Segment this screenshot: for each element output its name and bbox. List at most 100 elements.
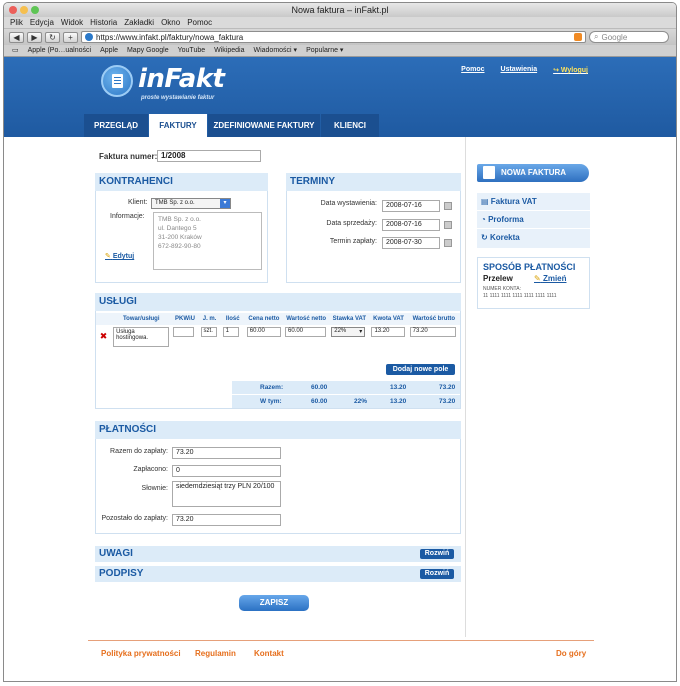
forward-button[interactable]: ▶ bbox=[27, 31, 42, 43]
sidebar-item-correction[interactable]: ↻ Korekta bbox=[477, 229, 590, 247]
col-net-price: Cena netto bbox=[248, 316, 280, 322]
account-number: 11 1111 1111 1111 1111 1111 1111 bbox=[483, 293, 557, 299]
notes-heading: UWAGI bbox=[95, 546, 461, 562]
notes-expand-button[interactable]: Rozwiń bbox=[420, 549, 454, 559]
proforma-icon: ◔ bbox=[481, 215, 486, 224]
net-price-input[interactable]: 60.00 bbox=[246, 327, 281, 337]
document-icon bbox=[483, 166, 495, 179]
address-bar[interactable]: https://www.infakt.pl/faktury/nowa_faktu… bbox=[81, 31, 586, 43]
footer-rule bbox=[88, 640, 594, 641]
invoice-number-input[interactable]: 1/2008 bbox=[157, 150, 261, 162]
words-label: Słownie: bbox=[141, 485, 168, 492]
tab-invoices[interactable]: FAKTURY bbox=[149, 114, 207, 137]
add-bookmark-button[interactable]: + bbox=[63, 31, 78, 43]
sale-date-input[interactable]: 2008-07-16 bbox=[382, 219, 440, 231]
logout-arrow-icon: ↪ bbox=[553, 67, 561, 74]
remaining-input[interactable]: 73.20 bbox=[172, 514, 281, 526]
zoom-window-icon[interactable] bbox=[31, 6, 39, 14]
save-button[interactable]: ZAPISZ bbox=[239, 595, 309, 611]
menu-bookmarks[interactable]: Zakładki bbox=[124, 17, 154, 28]
bookmark-apple[interactable]: Apple bbox=[100, 45, 118, 56]
services-heading: USŁUGI bbox=[95, 293, 461, 311]
reload-button[interactable]: ↻ bbox=[45, 31, 60, 43]
client-select[interactable]: TMB Sp. z o.o. ▾ bbox=[151, 198, 231, 209]
words-textarea[interactable]: siedemdziesiąt trzy PLN 20/100 bbox=[172, 481, 281, 507]
logo-tagline: proste wystawianie faktur bbox=[141, 95, 215, 101]
rss-icon[interactable] bbox=[574, 33, 582, 41]
menu-help[interactable]: Pomoc bbox=[187, 17, 212, 28]
bookmark-maps[interactable]: Mapy Google bbox=[127, 45, 169, 56]
sum-net: 60.00 bbox=[311, 384, 328, 391]
pencil-icon: ✎ bbox=[534, 274, 541, 283]
paid-input[interactable]: 0 bbox=[172, 465, 281, 477]
gross-input[interactable]: 73.20 bbox=[409, 327, 456, 337]
sidebar-item-vat-invoice[interactable]: ▤ Faktura VAT bbox=[477, 193, 590, 211]
col-vat-amount: Kwota VAT bbox=[373, 316, 404, 322]
logout-label: Wyloguj bbox=[560, 67, 588, 74]
help-link[interactable]: Pomoc bbox=[461, 66, 484, 74]
footer-top-link[interactable]: Do góry bbox=[556, 649, 586, 658]
settings-link[interactable]: Ustawienia bbox=[501, 66, 538, 74]
bookmark-apple-news[interactable]: Apple (Po…ualności bbox=[28, 45, 91, 56]
tab-clients[interactable]: KLIENCI bbox=[321, 114, 379, 137]
calendar-icon[interactable] bbox=[444, 239, 452, 247]
col-net-value: Wartość netto bbox=[286, 316, 326, 322]
unit-input[interactable]: szt. bbox=[200, 327, 217, 337]
minimize-window-icon[interactable] bbox=[20, 6, 28, 14]
correction-icon: ↻ bbox=[481, 233, 488, 242]
client-info-textarea[interactable]: TMB Sp. z o.o. ul. Dantego 5 31-200 Krak… bbox=[153, 212, 262, 270]
menu-history[interactable]: Historia bbox=[90, 17, 117, 28]
bookmark-youtube[interactable]: YouTube bbox=[178, 45, 206, 56]
incl-label: W tym: bbox=[260, 398, 282, 405]
menu-file[interactable]: Plik bbox=[10, 17, 23, 28]
change-payment-link[interactable]: ✎ Zmień bbox=[534, 274, 567, 283]
correction-label: Korekta bbox=[489, 233, 520, 242]
bookmark-wikipedia[interactable]: Wikipedia bbox=[214, 45, 244, 56]
bookmarks-book-icon[interactable]: ▭ bbox=[12, 45, 19, 56]
notes-title: UWAGI bbox=[99, 548, 133, 559]
calendar-icon[interactable] bbox=[444, 202, 452, 210]
footer-rules-link[interactable]: Regulamin bbox=[195, 649, 236, 658]
signatures-heading: PODPISY bbox=[95, 566, 461, 582]
paid-label: Zapłacono: bbox=[133, 466, 168, 473]
vat-rate-select[interactable]: 22% ▾ bbox=[331, 327, 366, 337]
info-line: ul. Dantego 5 bbox=[158, 225, 197, 232]
summary-row-total: Razem: 60.00 13.20 73.20 bbox=[232, 381, 460, 394]
pkwiu-input[interactable] bbox=[173, 327, 195, 337]
logo-icon[interactable] bbox=[101, 65, 133, 97]
product-name-input[interactable]: Usługa hostingowa. bbox=[113, 327, 170, 347]
signatures-expand-button[interactable]: Rozwiń bbox=[420, 569, 454, 579]
sum-label: Razem: bbox=[260, 384, 284, 391]
payments-heading: PŁATNOŚCI bbox=[95, 421, 461, 439]
logout-link[interactable]: ↪ Wyloguj bbox=[553, 66, 588, 74]
logo-text[interactable]: inFakt bbox=[138, 64, 225, 94]
sidebar-item-proforma[interactable]: ◔ Proforma bbox=[477, 211, 590, 229]
payment-date-input[interactable]: 2008-07-30 bbox=[382, 237, 440, 249]
add-row-button[interactable]: Dodaj nowe pole bbox=[386, 364, 455, 375]
menu-edit[interactable]: Edycja bbox=[30, 17, 54, 28]
vat-amount-input[interactable]: 13.20 bbox=[371, 327, 406, 337]
qty-input[interactable]: 1 bbox=[222, 327, 239, 337]
calendar-icon[interactable] bbox=[444, 221, 452, 229]
bookmark-news[interactable]: Wiadomości ▾ bbox=[253, 45, 297, 56]
footer-contact-link[interactable]: Kontakt bbox=[254, 649, 284, 658]
tab-overview[interactable]: PRZEGLĄD bbox=[84, 114, 148, 137]
issue-date-input[interactable]: 2008-07-16 bbox=[382, 200, 440, 212]
back-button[interactable]: ◀ bbox=[9, 31, 24, 43]
tab-defined-invoices[interactable]: ZDEFINIOWANE FAKTURY bbox=[208, 114, 320, 137]
menu-window[interactable]: Okno bbox=[161, 17, 180, 28]
search-field[interactable]: ⌕ Google bbox=[589, 31, 669, 43]
total-input[interactable]: 73.20 bbox=[172, 447, 281, 459]
info-label: Informacje: bbox=[110, 213, 145, 220]
close-window-icon[interactable] bbox=[9, 6, 17, 14]
menu-view[interactable]: Widok bbox=[61, 17, 83, 28]
edit-client-link[interactable]: ✎ Edytuj bbox=[105, 252, 134, 260]
bookmark-popular[interactable]: Popularne ▾ bbox=[306, 45, 343, 56]
search-placeholder: Google bbox=[601, 32, 628, 42]
incl-rate: 22% bbox=[354, 398, 368, 405]
total-label: Razem do zapłaty: bbox=[110, 448, 168, 455]
footer-privacy-link[interactable]: Polityka prywatności bbox=[101, 649, 181, 658]
delete-row-icon[interactable]: ✖ bbox=[96, 325, 111, 355]
new-invoice-button[interactable]: NOWA FAKTURA bbox=[477, 164, 589, 182]
net-value-input[interactable]: 60.00 bbox=[284, 327, 326, 337]
